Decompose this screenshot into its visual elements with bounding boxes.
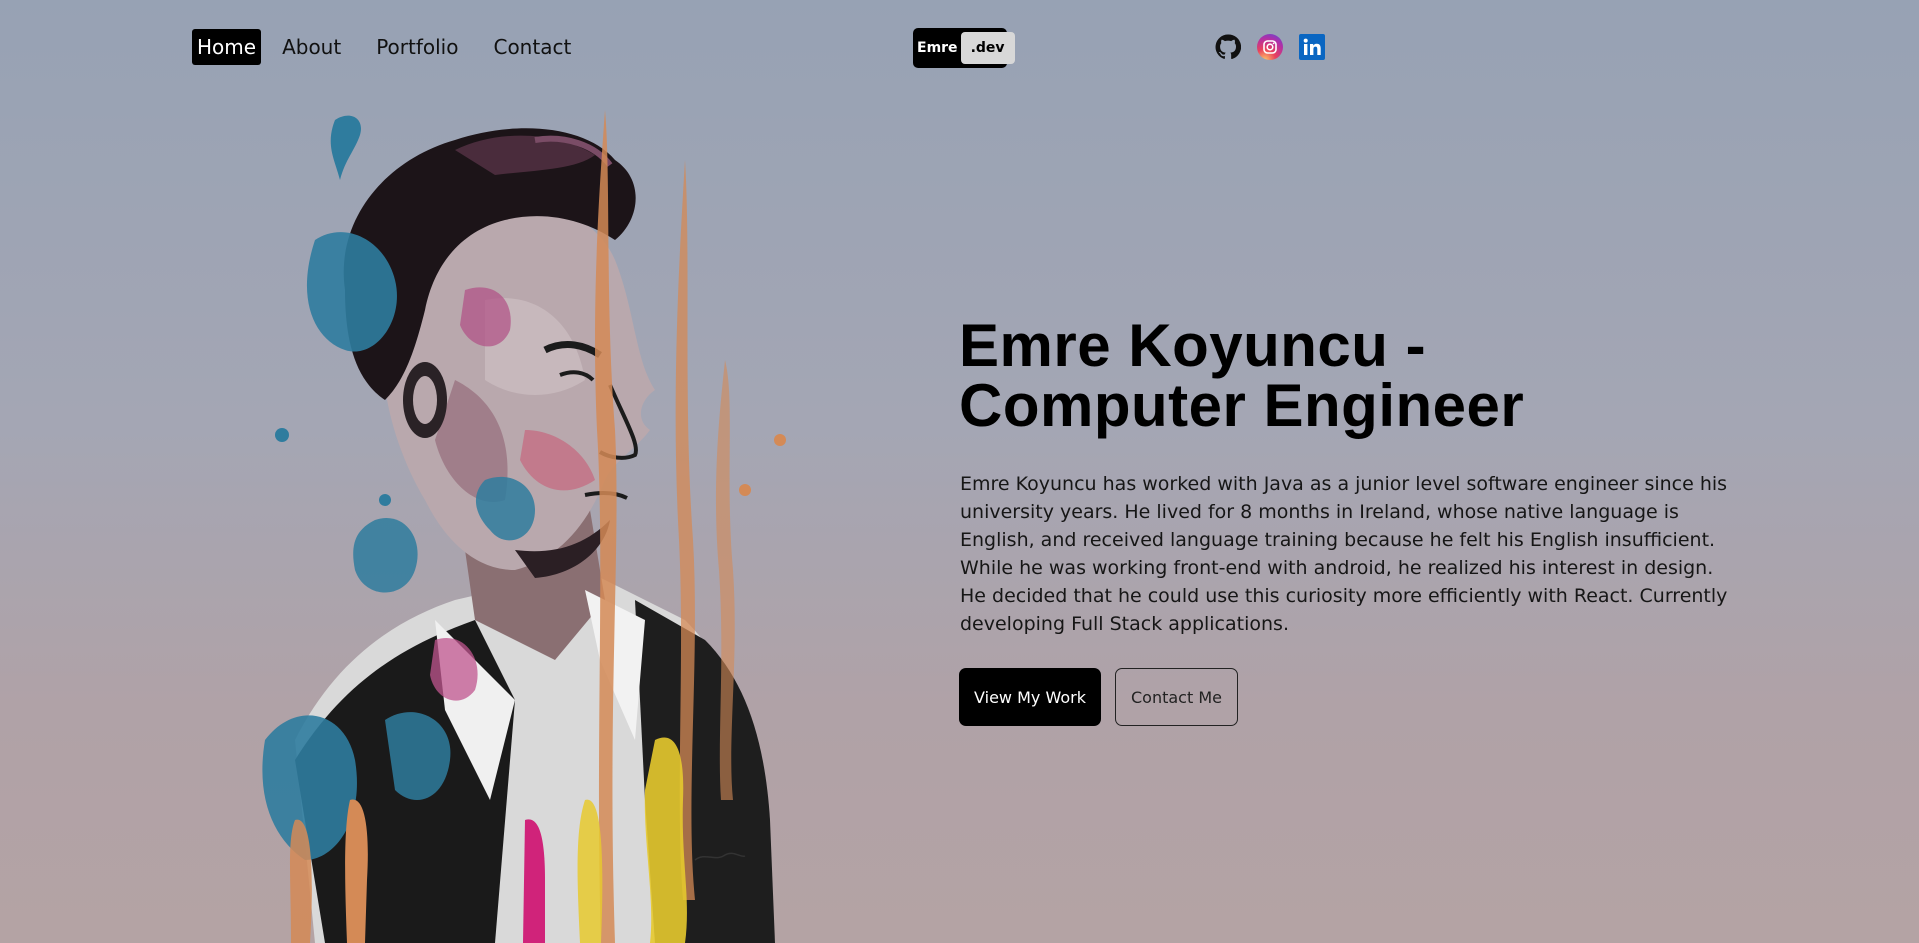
social-links bbox=[1215, 34, 1325, 60]
github-icon bbox=[1215, 34, 1241, 59]
hero-title-line2: Computer Engineer bbox=[959, 372, 1525, 439]
nav-portfolio[interactable]: Portfolio bbox=[371, 29, 463, 65]
nav-contact[interactable]: Contact bbox=[488, 29, 576, 65]
main-nav: Home About Portfolio Contact bbox=[192, 29, 601, 65]
nav-about[interactable]: About bbox=[277, 29, 346, 65]
linkedin-link[interactable] bbox=[1299, 34, 1325, 60]
logo-name: Emre bbox=[917, 40, 958, 56]
hero-title: Emre Koyuncu - Computer Engineer bbox=[959, 316, 1679, 436]
instagram-icon bbox=[1257, 34, 1283, 60]
logo-suffix: .dev bbox=[960, 32, 1015, 64]
contact-me-button[interactable]: Contact Me bbox=[1115, 668, 1238, 726]
github-link[interactable] bbox=[1215, 34, 1241, 60]
linkedin-icon bbox=[1299, 34, 1325, 60]
nav-home[interactable]: Home bbox=[192, 29, 262, 65]
portrait-illustration bbox=[262, 110, 786, 943]
instagram-link[interactable] bbox=[1257, 34, 1283, 60]
view-my-work-button[interactable]: View My Work bbox=[959, 668, 1101, 726]
site-logo[interactable]: Emre .dev bbox=[913, 28, 1015, 68]
hero-title-line1: Emre Koyuncu - bbox=[959, 312, 1427, 379]
hero-description: Emre Koyuncu has worked with Java as a j… bbox=[960, 473, 1728, 635]
